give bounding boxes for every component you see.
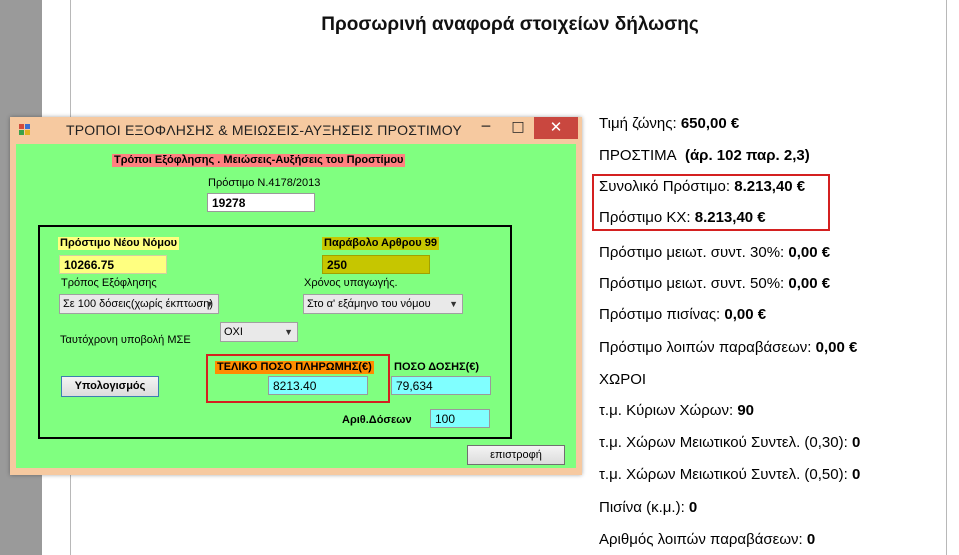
new-law-fine-label: Πρόστιμο Νέου Νόμου	[58, 237, 180, 250]
installment-amount-label: ΠΟΣΟ ΔΟΣΗΣ(€)	[392, 361, 482, 374]
report-line-other-violations-count: Αριθμός λοιπών παραβάσεων: 0	[599, 531, 816, 548]
report-line-areas-heading: ΧΩΡΟΙ	[599, 371, 647, 388]
law-4178-field[interactable]: 19278	[207, 193, 315, 212]
fee-article-99-label: Παράβολο Αρθρου 99	[322, 237, 439, 250]
report-line-fine-30: Πρόστιμο μειωτ. συντ. 30%: 0,00 €	[599, 244, 831, 261]
report-line-area-coef-030: τ.μ. Χώρων Μειωτικού Συντελ. (0,30): 0	[599, 434, 861, 451]
report-line-fines-heading: ΠΡΟΣΤΙΜΑ (άρ. 102 παρ. 2,3)	[599, 147, 810, 164]
final-amount-field[interactable]: 8213.40	[268, 376, 368, 395]
minimize-button[interactable]: ─	[470, 117, 502, 139]
report-line-other-violations-fine: Πρόστιμο λοιπών παραβάσεων: 0,00 €	[599, 339, 858, 356]
installment-amount-field[interactable]: 79,634	[391, 376, 491, 395]
chevron-down-icon: ▼	[284, 327, 293, 337]
annotation-highlight-box	[592, 174, 830, 231]
report-line-fine-50: Πρόστιμο μειωτ. συντ. 50%: 0,00 €	[599, 275, 831, 292]
report-line-main-area-sqm: τ.μ. Κύριων Χώρων: 90	[599, 402, 755, 419]
report-line-pool-volume: Πισίνα (κ.μ.): 0	[599, 499, 698, 516]
time-dropdown[interactable]: Στο α' εξάμηνο του νόμου ▼	[303, 294, 463, 314]
payment-dialog-window: ΤΡΟΠΟΙ ΕΞΟΦΛΗΣΗΣ & ΜΕΙΩΣΕΙΣ-ΑΥΞΗΣΕΙΣ ΠΡΟ…	[10, 117, 582, 475]
payment-method-dropdown[interactable]: Σε 100 δόσεις(χωρίς έκπτωση) ▼	[59, 294, 219, 314]
report-line-pool-fine: Πρόστιμο πισίνας: 0,00 €	[599, 306, 767, 323]
mse-label: Ταυτόχρονη υποβολή ΜΣΕ	[60, 334, 191, 346]
mse-dropdown[interactable]: ΟΧΙ ▼	[220, 322, 298, 342]
chevron-down-icon: ▼	[205, 299, 214, 309]
final-amount-label: ΤΕΛΙΚΟ ΠΟΣΟ ΠΛΗΡΩΜΗΣ(€)	[215, 361, 374, 374]
maximize-button[interactable]: □	[502, 117, 534, 139]
time-label: Χρόνος υπαγωγής.	[304, 277, 398, 289]
dialog-header-label: Τρόποι Εξόφλησης . Μειώσεις-Αυξήσεις του…	[112, 154, 406, 167]
dialog-titlebar[interactable]: ΤΡΟΠΟΙ ΕΞΟΦΛΗΣΗΣ & ΜΕΙΩΣΕΙΣ-ΑΥΞΗΣΕΙΣ ΠΡΟ…	[10, 117, 582, 143]
report-title: Προσωρινή αναφορά στοιχείων δήλωσης	[321, 14, 699, 35]
payment-method-label: Τρόπος Εξόφλησης	[61, 277, 157, 289]
report-line-zone-price: Τιμή ζώνης: 650,00 €	[599, 115, 740, 132]
chevron-down-icon: ▼	[449, 299, 458, 309]
close-button[interactable]: ✕	[534, 117, 578, 139]
calculate-button[interactable]: Υπολογισμός	[61, 376, 159, 397]
page-border-right	[946, 0, 947, 555]
installments-count-label: Αριθ.Δόσεων	[342, 414, 412, 426]
fee-article-99-field[interactable]: 250	[322, 255, 430, 274]
app-form-icon	[19, 124, 30, 135]
dialog-title: ΤΡΟΠΟΙ ΕΞΟΦΛΗΣΗΣ & ΜΕΙΩΣΕΙΣ-ΑΥΞΗΣΕΙΣ ΠΡΟ…	[66, 122, 462, 138]
law-4178-label: Πρόστιμο Ν.4178/2013	[208, 177, 321, 189]
return-button[interactable]: επιστροφή	[467, 445, 565, 465]
installments-count-field[interactable]: 100	[430, 409, 490, 428]
dialog-client-area: Τρόποι Εξόφλησης . Μειώσεις-Αυξήσεις του…	[16, 144, 576, 468]
new-law-fine-field[interactable]: 10266.75	[59, 255, 167, 274]
report-line-area-coef-050: τ.μ. Χώρων Μειωτικού Συντελ. (0,50): 0	[599, 466, 861, 483]
